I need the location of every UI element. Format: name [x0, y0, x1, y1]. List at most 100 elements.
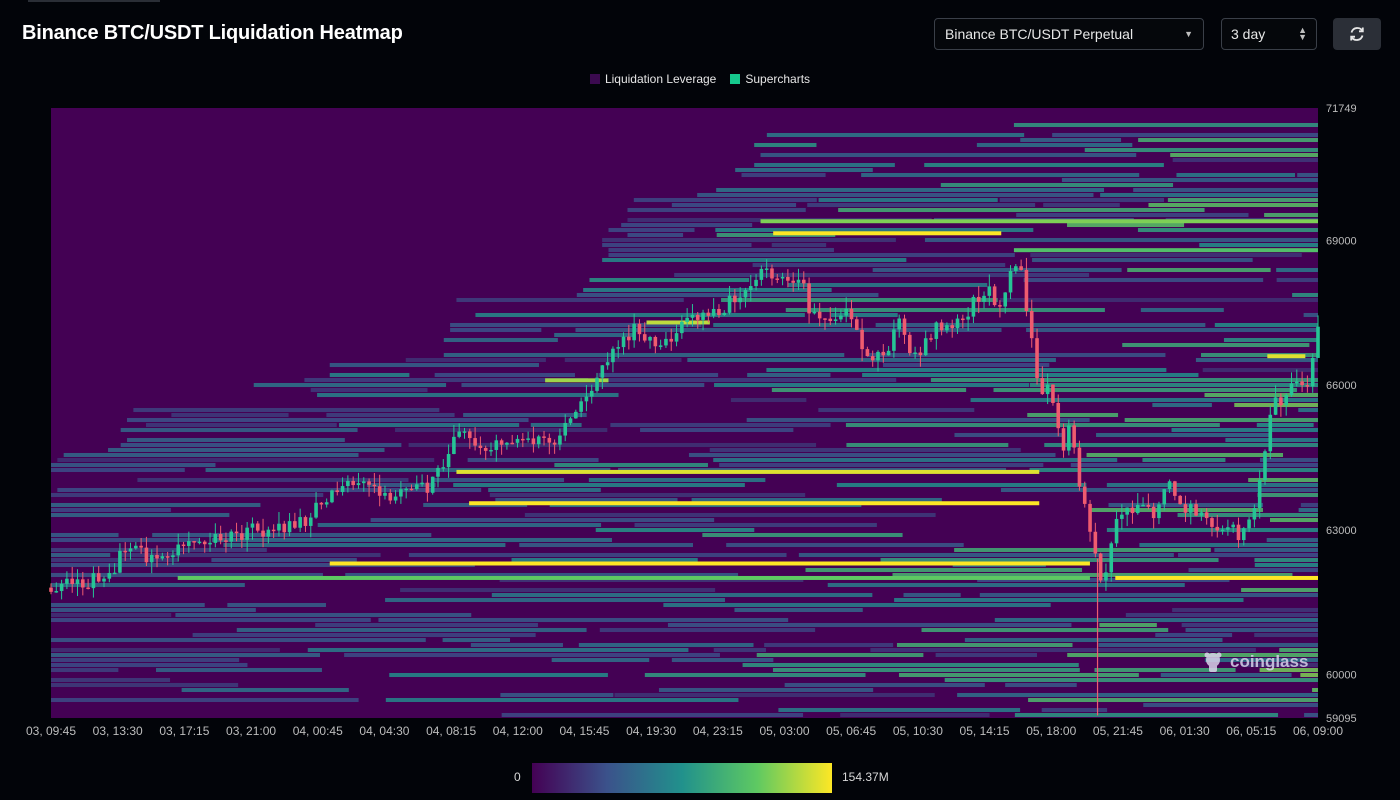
candle-body	[308, 517, 313, 526]
candle-body	[446, 454, 451, 468]
heat-band	[1138, 138, 1318, 142]
candle-body	[356, 483, 361, 486]
candle-body	[367, 481, 371, 485]
heat-band	[1241, 588, 1318, 592]
heat-band	[845, 423, 1220, 427]
candle-body	[701, 312, 705, 320]
candle-body	[144, 547, 149, 563]
heat-band	[589, 278, 750, 282]
candle-body	[536, 436, 541, 445]
candle-body	[748, 286, 753, 291]
interval-select[interactable]: 3 day ▲ ▼	[1221, 18, 1317, 50]
heat-band	[317, 523, 602, 527]
candle-body	[330, 490, 334, 503]
liquidation-level	[177, 575, 1090, 580]
candle-body	[1284, 395, 1288, 406]
candle-body	[271, 529, 276, 532]
candle-body	[134, 545, 138, 549]
candle-body	[441, 467, 446, 469]
x-tick-label: 03, 09:45	[26, 724, 76, 738]
candle-body	[1104, 572, 1108, 581]
candle-body	[1178, 495, 1182, 505]
heat-band	[1264, 213, 1318, 217]
candle-body	[473, 438, 477, 446]
candle-body	[107, 573, 112, 579]
heat-band	[756, 653, 924, 657]
heat-band	[51, 468, 185, 472]
heat-band	[746, 418, 1090, 422]
heat-band	[442, 638, 511, 642]
candle-body	[584, 396, 589, 402]
heat-band	[607, 378, 897, 382]
heat-band	[1140, 308, 1224, 312]
heat-band	[1292, 293, 1318, 297]
heat-band	[1052, 133, 1318, 137]
heat-band	[870, 648, 1256, 652]
candle-body	[139, 545, 143, 548]
candle-body	[1210, 518, 1214, 527]
heat-band	[602, 243, 752, 247]
candle-body	[695, 314, 700, 320]
candle-body	[870, 356, 875, 361]
candle-body	[160, 556, 165, 559]
candle-body	[680, 321, 684, 334]
heat-band	[108, 448, 385, 452]
heat-band	[1029, 468, 1318, 472]
refresh-button[interactable]	[1333, 18, 1381, 50]
heat-band	[152, 533, 432, 537]
heat-band	[51, 548, 267, 552]
candle-body	[1204, 512, 1209, 519]
heat-band	[1016, 213, 1249, 217]
candle-body	[1125, 507, 1129, 515]
heat-band	[501, 713, 804, 717]
candle-body	[961, 318, 965, 321]
heat-band	[551, 658, 650, 662]
pair-select[interactable]: Binance BTC/USDT Perpetual ▼	[934, 18, 1204, 50]
heat-band	[236, 628, 587, 632]
candle-body	[1135, 504, 1140, 514]
heat-band	[862, 373, 1199, 377]
heat-band	[754, 143, 817, 147]
heat-band	[1195, 358, 1318, 362]
candle-body	[733, 295, 737, 303]
heat-band	[1125, 613, 1318, 617]
heat-band	[51, 608, 256, 612]
heat-band	[453, 483, 745, 487]
candle-body	[1305, 385, 1310, 387]
candle-body	[181, 544, 186, 547]
candle-body	[637, 323, 642, 335]
candle-body	[1194, 504, 1198, 516]
candle-body	[796, 279, 801, 283]
candle-body	[1263, 451, 1267, 481]
heat-band	[51, 648, 280, 652]
heat-band	[378, 618, 789, 622]
heat-band	[903, 593, 961, 597]
heat-band	[671, 658, 774, 662]
candle-body	[632, 323, 636, 341]
x-tick-label: 03, 13:30	[93, 724, 143, 738]
candle-body	[176, 544, 181, 556]
legend-item-liquidation-leverage[interactable]: Liquidation Leverage	[589, 72, 716, 86]
candle-body	[414, 484, 419, 490]
heat-band	[1014, 713, 1279, 717]
heat-band	[307, 648, 689, 652]
candle-body	[1109, 543, 1114, 573]
candle-body	[579, 401, 583, 412]
heat-band	[489, 493, 806, 497]
candle-body	[314, 502, 318, 518]
candle-body	[452, 436, 456, 455]
heat-band	[1005, 683, 1077, 687]
heat-band	[1029, 383, 1318, 387]
heat-band	[970, 398, 1318, 402]
x-tick-label: 03, 17:15	[159, 724, 209, 738]
candle-body	[1279, 397, 1283, 406]
candle-body	[1257, 480, 1262, 509]
heat-band	[614, 693, 935, 697]
heat-band	[51, 668, 119, 672]
heat-band	[1214, 323, 1318, 327]
candle-body	[1157, 504, 1161, 519]
liquidation-heatmap-chart[interactable]: 717496900066000630006000059095 03, 09:45…	[0, 96, 1400, 746]
legend-item-supercharts[interactable]: Supercharts	[730, 72, 810, 86]
heat-band	[940, 183, 1174, 187]
x-tick-label: 04, 08:15	[426, 724, 476, 738]
